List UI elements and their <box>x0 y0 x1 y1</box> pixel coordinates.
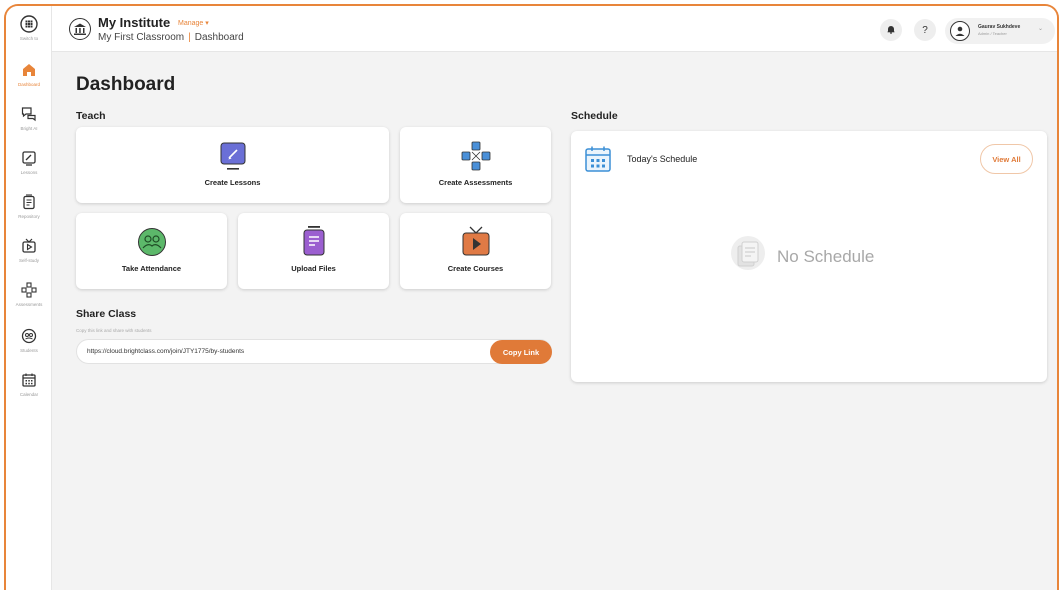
sidebar-item-label: Repository <box>18 214 40 219</box>
upload-icon <box>301 225 327 262</box>
edit-icon <box>19 148 39 168</box>
calendar-icon <box>19 370 39 390</box>
share-class-subtitle: Copy this link and share with students <box>76 328 152 333</box>
sidebar-item-lessons[interactable]: Lessons <box>6 148 52 175</box>
create-lessons-card[interactable]: Create Lessons <box>76 127 389 203</box>
file-icon <box>19 192 39 212</box>
sidebar-item-dashboard[interactable]: Dashboard <box>6 60 52 87</box>
breadcrumb-classroom[interactable]: My First Classroom <box>98 32 184 43</box>
card-label: Create Lessons <box>204 178 261 187</box>
card-label: Create Assessments <box>438 178 513 187</box>
sidebar-item-label: Calendar <box>19 392 39 397</box>
notifications-button[interactable] <box>880 19 902 41</box>
profile-role: Admin / Teacher <box>978 31 1007 36</box>
todays-schedule-title: Today's Schedule <box>627 154 698 164</box>
sidebar-item-label: Dashboard <box>17 82 40 87</box>
sidebar-item-assessments[interactable]: Assessments <box>6 280 52 307</box>
chat-icon <box>19 104 39 124</box>
share-link-field[interactable]: https://cloud.brightclass.com/join/JTY17… <box>76 339 552 364</box>
upload-files-card[interactable]: Upload Files <box>238 213 389 289</box>
share-link-url: https://cloud.brightclass.com/join/JTY17… <box>87 348 245 355</box>
calendar-icon <box>584 145 612 178</box>
take-attendance-card[interactable]: Take Attendance <box>76 213 227 289</box>
sidebar-item-self-study[interactable]: Self-study <box>6 236 52 263</box>
copy-link-button[interactable]: Copy Link <box>490 340 552 364</box>
sidebar-item-calendar[interactable]: Calendar <box>6 370 52 397</box>
card-label: Create Courses <box>447 264 504 273</box>
home-icon <box>19 60 39 80</box>
create-courses-card[interactable]: Create Courses <box>400 213 551 289</box>
sidebar-item-label: Assessments <box>15 302 43 307</box>
top-header: My Institute Manage ▾ My First Classroom… <box>52 6 1057 52</box>
app-frame: Switch to Dashboard Bright AI Lessons Re… <box>4 4 1059 590</box>
lesson-icon <box>219 141 247 176</box>
profile-name: Gaurav Sukhdeve <box>978 24 1021 30</box>
video-icon <box>19 236 39 256</box>
sidebar-item-bright-ai[interactable]: Bright AI <box>6 104 52 131</box>
sidebar-item-label: Self-study <box>18 258 39 263</box>
assessment-icon <box>461 141 491 176</box>
teach-section-title: Teach <box>76 110 106 122</box>
sidebar-item-switch[interactable]: Switch to <box>6 14 52 41</box>
help-button[interactable]: ? <box>914 19 936 41</box>
breadcrumb-page: Dashboard <box>194 32 244 43</box>
schedule-section-title: Schedule <box>571 110 618 122</box>
card-label: Upload Files <box>291 264 336 273</box>
sidebar-item-label: Lessons <box>20 170 38 175</box>
avatar <box>950 21 970 41</box>
students-icon <box>19 326 39 346</box>
profile-menu[interactable]: Gaurav Sukhdeve Admin / Teacher ⌄ <box>945 18 1055 44</box>
manage-dropdown[interactable]: Manage ▾ <box>178 19 209 27</box>
page-title: Dashboard <box>76 74 176 95</box>
sidebar-item-repository[interactable]: Repository <box>6 192 52 219</box>
grid-icon <box>19 14 39 34</box>
institute-name: My Institute <box>98 15 171 30</box>
sidebar-item-students[interactable]: Students <box>6 326 52 353</box>
assessment-icon <box>19 280 39 300</box>
empty-schedule-icon <box>730 235 766 276</box>
sidebar-item-label: Students <box>20 348 38 353</box>
help-icon: ? <box>922 24 928 36</box>
view-all-button[interactable]: View All <box>980 144 1033 174</box>
card-label: Take Attendance <box>121 264 182 273</box>
chevron-down-icon: ⌄ <box>1038 26 1044 32</box>
breadcrumb-separator: | <box>188 32 191 43</box>
sidebar-item-label: Switch to <box>19 36 39 41</box>
institute-logo-icon <box>69 18 91 40</box>
bell-icon <box>886 24 896 37</box>
no-schedule-text: No Schedule <box>777 247 875 266</box>
sidebar-item-label: Bright AI <box>20 126 38 131</box>
course-icon <box>461 225 491 262</box>
share-class-title: Share Class <box>76 308 137 320</box>
sidebar: Switch to Dashboard Bright AI Lessons Re… <box>6 6 52 590</box>
create-assessments-card[interactable]: Create Assessments <box>400 127 551 203</box>
schedule-card: Today's Schedule View All No Schedule <box>571 131 1047 382</box>
breadcrumb: My First Classroom | Dashboard <box>98 32 244 43</box>
attendance-icon <box>137 227 167 262</box>
